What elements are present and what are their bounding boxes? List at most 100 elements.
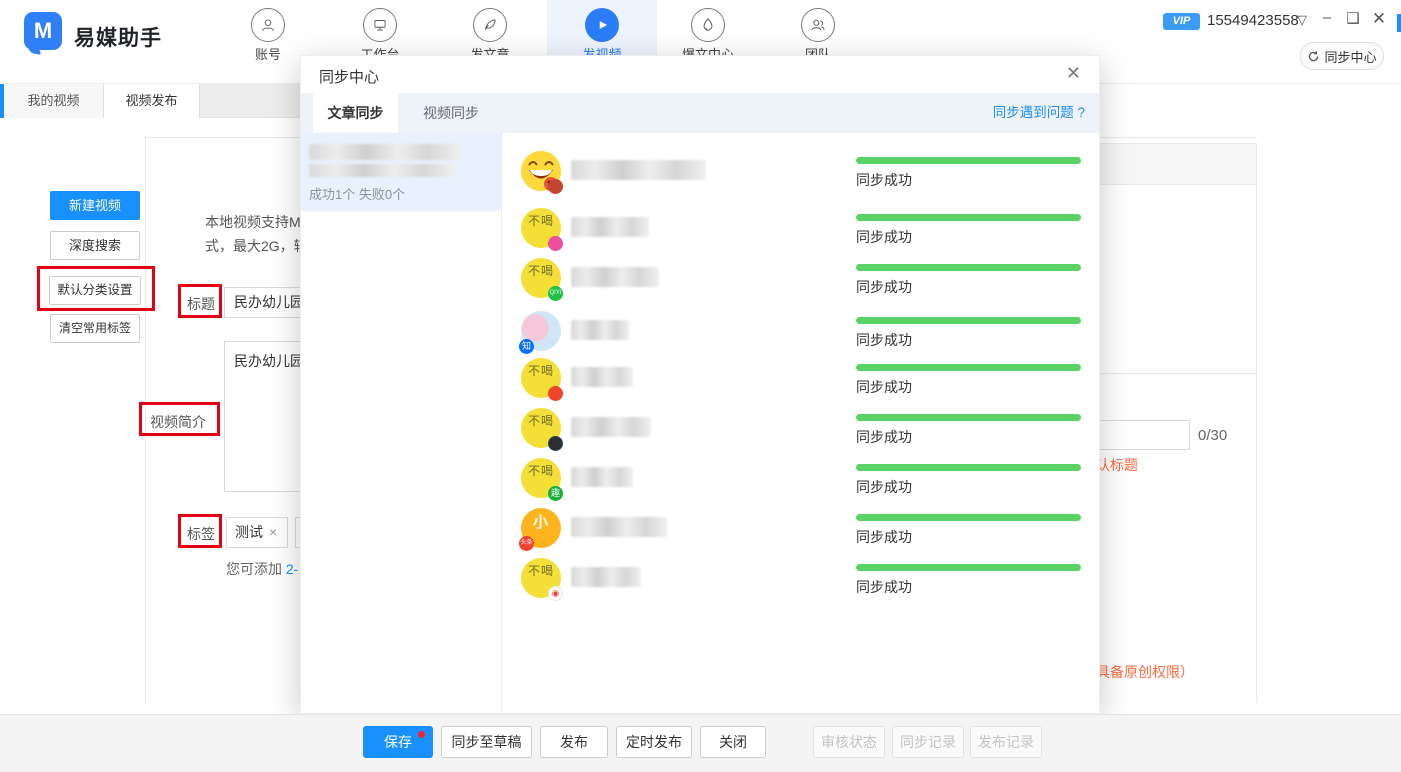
sync-status: 同步成功: [856, 577, 912, 597]
bottom-action-bar: 保存 同步至草稿 发布 定时发布 关闭 审核状态 同步记录 发布记录: [0, 714, 1401, 772]
description-label: 视频简介: [150, 412, 206, 432]
sync-center-button[interactable]: 同步中心: [1300, 42, 1384, 70]
clear-common-tags-button[interactable]: 清空常用标签: [50, 314, 140, 343]
deep-search-button[interactable]: 深度搜索: [50, 231, 140, 260]
sync-progress-bar: [856, 364, 1081, 371]
modal-tabbar: 文章同步 视频同步 同步遇到问题 ?: [301, 93, 1099, 133]
sync-status: 同步成功: [856, 427, 912, 447]
sync-progress-bar: [856, 214, 1081, 221]
platform-avatar: 不喝: [521, 208, 561, 248]
play-video-icon: [585, 8, 619, 42]
window-edge-accent: [1397, 14, 1401, 32]
char-counter: 0/30: [1198, 427, 1227, 444]
platform-avatar-emoji: [521, 151, 561, 191]
platform-avatar: 不喝◉: [521, 558, 561, 598]
tab-my-videos[interactable]: 我的视频: [4, 84, 104, 118]
sync-records-button: 同步记录: [892, 726, 964, 758]
app-logo-icon: M: [24, 12, 62, 50]
sync-progress-bar: [856, 564, 1081, 571]
sync-row: 小头条 同步成功: [501, 508, 1101, 554]
platform-avatar: 不喝: [521, 408, 561, 448]
save-button[interactable]: 保存: [363, 726, 433, 758]
review-status-button: 审核状态: [813, 726, 885, 758]
sync-progress-bar: [856, 514, 1081, 521]
account-name-blurred: [571, 217, 649, 237]
orange-hint-rights-fragment: 具备原创权限）: [1096, 662, 1194, 682]
account-name-blurred: [571, 417, 651, 437]
task-stats: 成功1个 失败0个: [309, 184, 405, 203]
minimize-button[interactable]: –: [1317, 9, 1337, 26]
platform-avatar: 不喝趣: [521, 458, 561, 498]
title-label: 标题: [187, 294, 215, 314]
new-video-button[interactable]: 新建视频: [50, 191, 140, 220]
sync-row: 同步成功: [501, 151, 1101, 197]
sync-task-item[interactable]: 成功1个 失败0个: [301, 133, 501, 211]
platform-badge: [548, 179, 563, 194]
zhihu-badge: 知: [519, 339, 534, 354]
tab-video-publish[interactable]: 视频发布: [104, 84, 200, 118]
default-category-button[interactable]: 默认分类设置: [49, 276, 141, 305]
sync-status: 同步成功: [856, 527, 912, 547]
remove-tag-icon[interactable]: ×: [269, 524, 277, 540]
sync-status: 同步成功: [856, 330, 912, 350]
sync-help-link[interactable]: 同步遇到问题 ?: [993, 93, 1085, 133]
sync-progress-bar: [856, 157, 1081, 164]
tags-add-hint: 您可添加 2-: [226, 559, 298, 579]
platform-avatar: 不喝QIYI: [521, 258, 561, 298]
sync-progress-bar: [856, 317, 1081, 324]
app-window: M 易媒助手 账号 工作台 发文章 发视频 爆文中心 团队 VIP 155494…: [0, 0, 1401, 772]
sync-status: 同步成功: [856, 377, 912, 397]
account-name-blurred: [571, 567, 641, 587]
account-number: 15549423558: [1207, 12, 1299, 29]
account-name-blurred: [571, 267, 659, 287]
account-name-blurred: [571, 467, 633, 487]
team-icon: [801, 8, 835, 42]
account-dropdown-icon[interactable]: ▽: [1297, 12, 1307, 28]
tag-chip[interactable]: 测试×: [226, 517, 288, 548]
sync-row: 知 同步成功: [501, 311, 1101, 357]
platform-avatar: 小头条: [521, 508, 561, 548]
sync-progress-bar: [856, 264, 1081, 271]
sync-to-draft-button[interactable]: 同步至草稿: [441, 726, 532, 758]
sync-task-list: 成功1个 失败0个 清空记录: [301, 133, 501, 715]
form-panel-border-left: [145, 137, 146, 703]
right-panel-border: [1256, 143, 1257, 703]
platform-avatar: 不喝: [521, 358, 561, 398]
maximize-button[interactable]: ❑: [1343, 9, 1363, 27]
sync-row: 不喝 同步成功: [501, 358, 1101, 404]
modal-tab-video-sync[interactable]: 视频同步: [423, 93, 479, 133]
unsaved-dot: [418, 731, 425, 738]
task-title-blurred: [309, 164, 455, 177]
publish-button[interactable]: 发布: [540, 726, 608, 758]
close-window-button[interactable]: ✕: [1369, 9, 1389, 29]
account-name-blurred: [571, 320, 629, 340]
task-title-blurred: [309, 144, 461, 160]
modal-close-icon[interactable]: ✕: [1066, 63, 1081, 84]
sync-progress-bar: [856, 414, 1081, 421]
platform-badge: [548, 236, 563, 251]
refresh-icon: [1307, 50, 1320, 63]
scheduled-publish-button[interactable]: 定时发布: [616, 726, 692, 758]
publish-records-button: 发布记录: [970, 726, 1042, 758]
platform-badge: [548, 436, 563, 451]
sync-status: 同步成功: [856, 477, 912, 497]
tags-label: 标签: [187, 524, 215, 544]
sync-row: 不喝◉ 同步成功: [501, 558, 1101, 604]
sync-row: 不喝QIYI 同步成功: [501, 258, 1101, 304]
sync-progress-bar: [856, 464, 1081, 471]
vip-badge: VIP: [1163, 13, 1200, 30]
sync-status: 同步成功: [856, 277, 912, 297]
account-name-blurred: [571, 160, 706, 180]
sync-result-list: 同步成功 不喝 同步成功 不喝QIYI 同步成功 知 同步成功 不喝 同步成功: [501, 133, 1101, 715]
sync-center-modal: 同步中心 ✕ 文章同步 视频同步 同步遇到问题 ? 成功1个 失败0个 清空记录: [300, 55, 1100, 714]
account-name-blurred: [571, 517, 667, 537]
weibo-badge: ◉: [548, 586, 563, 601]
sync-row: 不喝趣 同步成功: [501, 458, 1101, 504]
close-button[interactable]: 关闭: [700, 726, 766, 758]
sync-status: 同步成功: [856, 227, 912, 247]
modal-tab-article-sync[interactable]: 文章同步: [313, 93, 398, 133]
logo-glyph: M: [34, 18, 52, 44]
user-icon: [251, 8, 285, 42]
platform-avatar: 知: [521, 311, 561, 351]
tags-count-link[interactable]: 2-: [286, 561, 298, 577]
